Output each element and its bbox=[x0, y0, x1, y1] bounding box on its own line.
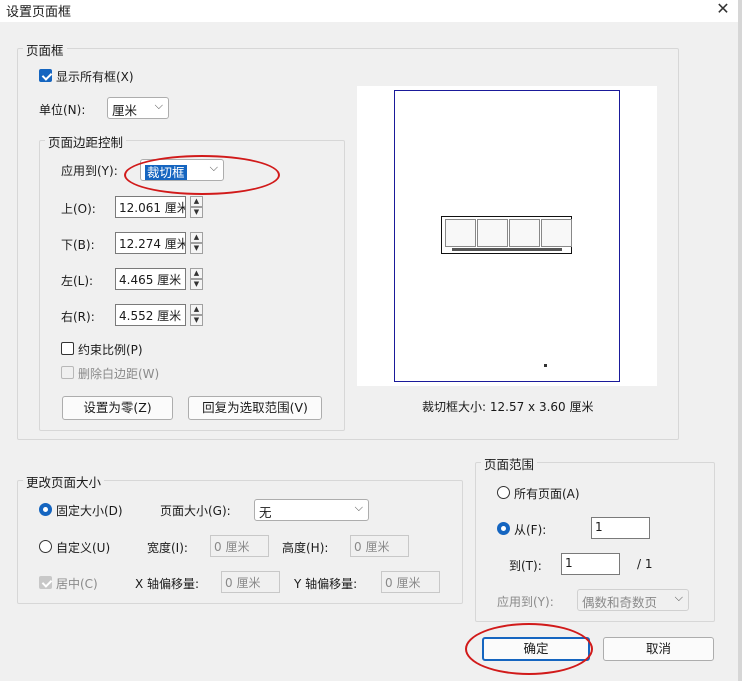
apply-to-label: 应用到(Y): bbox=[61, 164, 118, 178]
left-label: 左(L): bbox=[61, 274, 94, 288]
remove-white-label: 删除白边距(W) bbox=[78, 367, 160, 381]
total-pages: / 1 bbox=[637, 557, 653, 571]
show-all-label: 显示所有框(X) bbox=[56, 70, 134, 84]
figure-caption bbox=[452, 248, 562, 251]
bottom-margin-input[interactable]: 12.274 厘米 bbox=[115, 232, 186, 254]
arrow-down-icon[interactable]: ▼ bbox=[190, 243, 203, 254]
y-offset-input[interactable]: 0 厘米 bbox=[381, 571, 440, 593]
background-window-edge bbox=[738, 0, 742, 681]
top-label: 上(O): bbox=[61, 202, 96, 216]
right-label: 右(R): bbox=[61, 310, 95, 324]
y-offset-label: Y 轴偏移量: bbox=[294, 577, 358, 591]
center-label: 居中(C) bbox=[56, 577, 98, 591]
chevron-down-icon: ⌵ bbox=[674, 591, 683, 604]
page-thumbnail bbox=[394, 90, 620, 382]
unit-select-value: 厘米 bbox=[112, 103, 138, 118]
left-margin-stepper[interactable]: ▲ ▼ bbox=[190, 268, 203, 290]
chevron-down-icon: ⌵ bbox=[154, 99, 163, 112]
bottom-margin-stepper[interactable]: ▲ ▼ bbox=[190, 232, 203, 254]
arrow-up-icon[interactable]: ▲ bbox=[190, 268, 203, 279]
figure-thumbnail bbox=[509, 219, 540, 247]
arrow-down-icon[interactable]: ▼ bbox=[190, 207, 203, 218]
all-pages-radio[interactable] bbox=[497, 486, 510, 499]
constrain-checkbox[interactable] bbox=[61, 342, 74, 355]
page-preview bbox=[357, 86, 657, 386]
from-radio[interactable] bbox=[497, 522, 510, 535]
revert-selection-button[interactable]: 回复为选取范围(V) bbox=[188, 396, 322, 420]
fixed-size-radio[interactable] bbox=[39, 503, 52, 516]
right-margin-input[interactable]: 4.552 厘米 bbox=[115, 304, 186, 326]
arrow-down-icon[interactable]: ▼ bbox=[190, 279, 203, 290]
show-all-checkbox[interactable] bbox=[39, 69, 52, 82]
page-box-dialog: 设置页面框 ✕ 页面框 显示所有框(X) 单位(N): 厘米 ⌵ 页面边距控制 … bbox=[0, 0, 742, 681]
right-margin-stepper[interactable]: ▲ ▼ bbox=[190, 304, 203, 326]
width-label: 宽度(I): bbox=[147, 541, 188, 555]
width-input[interactable]: 0 厘米 bbox=[210, 535, 269, 557]
arrow-up-icon[interactable]: ▲ bbox=[190, 232, 203, 243]
custom-size-label: 自定义(U) bbox=[56, 541, 111, 555]
chevron-down-icon: ⌵ bbox=[354, 501, 363, 514]
height-input[interactable]: 0 厘米 bbox=[350, 535, 409, 557]
remove-white-checkbox[interactable] bbox=[61, 366, 74, 379]
center-checkbox[interactable] bbox=[39, 576, 52, 589]
crop-size-readout: 裁切框大小: 12.57 x 3.60 厘米 bbox=[422, 400, 594, 414]
arrow-up-icon[interactable]: ▲ bbox=[190, 304, 203, 315]
arrow-down-icon[interactable]: ▼ bbox=[190, 315, 203, 326]
x-offset-label: X 轴偏移量: bbox=[135, 577, 200, 591]
range-apply-select[interactable]: 偶数和奇数页 ⌵ bbox=[577, 589, 689, 611]
unit-label: 单位(N): bbox=[39, 103, 86, 117]
page-number-mark bbox=[544, 364, 547, 367]
figure-thumbnail bbox=[477, 219, 508, 247]
page-size-label: 页面大小(G): bbox=[160, 504, 231, 518]
arrow-up-icon[interactable]: ▲ bbox=[190, 196, 203, 207]
annotation-circle bbox=[465, 623, 593, 675]
page-frame-legend: 页面框 bbox=[23, 40, 67, 59]
page-size-select[interactable]: 无 ⌵ bbox=[254, 499, 369, 521]
left-margin-input[interactable]: 4.465 厘米 bbox=[115, 268, 186, 290]
top-margin-stepper[interactable]: ▲ ▼ bbox=[190, 196, 203, 218]
from-page-input[interactable]: 1 bbox=[591, 517, 650, 539]
from-label: 从(F): bbox=[514, 523, 547, 537]
range-apply-value: 偶数和奇数页 bbox=[582, 595, 658, 610]
height-label: 高度(H): bbox=[282, 541, 329, 555]
cancel-button[interactable]: 取消 bbox=[603, 637, 714, 661]
dialog-title: 设置页面框 bbox=[6, 5, 72, 20]
close-icon[interactable]: ✕ bbox=[713, 0, 733, 18]
to-page-input[interactable]: 1 bbox=[561, 553, 620, 575]
constrain-label: 约束比例(P) bbox=[78, 343, 143, 357]
margin-control-legend: 页面边距控制 bbox=[45, 132, 127, 151]
x-offset-input[interactable]: 0 厘米 bbox=[221, 571, 280, 593]
figure-thumbnail bbox=[541, 219, 572, 247]
all-pages-label: 所有页面(A) bbox=[514, 487, 580, 501]
annotation-circle bbox=[124, 155, 280, 195]
figure-thumbnail bbox=[445, 219, 476, 247]
to-label: 到(T): bbox=[509, 559, 542, 573]
change-size-legend: 更改页面大小 bbox=[23, 472, 105, 491]
crop-box bbox=[441, 216, 572, 254]
range-apply-label: 应用到(Y): bbox=[497, 595, 554, 609]
custom-size-radio[interactable] bbox=[39, 540, 52, 553]
page-size-value: 无 bbox=[259, 505, 272, 520]
unit-select[interactable]: 厘米 ⌵ bbox=[107, 97, 169, 119]
bottom-label: 下(B): bbox=[61, 238, 95, 252]
fixed-size-label: 固定大小(D) bbox=[56, 504, 123, 518]
page-range-legend: 页面范围 bbox=[481, 454, 538, 473]
set-zero-button[interactable]: 设置为零(Z) bbox=[62, 396, 173, 420]
top-margin-input[interactable]: 12.061 厘米 bbox=[115, 196, 186, 218]
